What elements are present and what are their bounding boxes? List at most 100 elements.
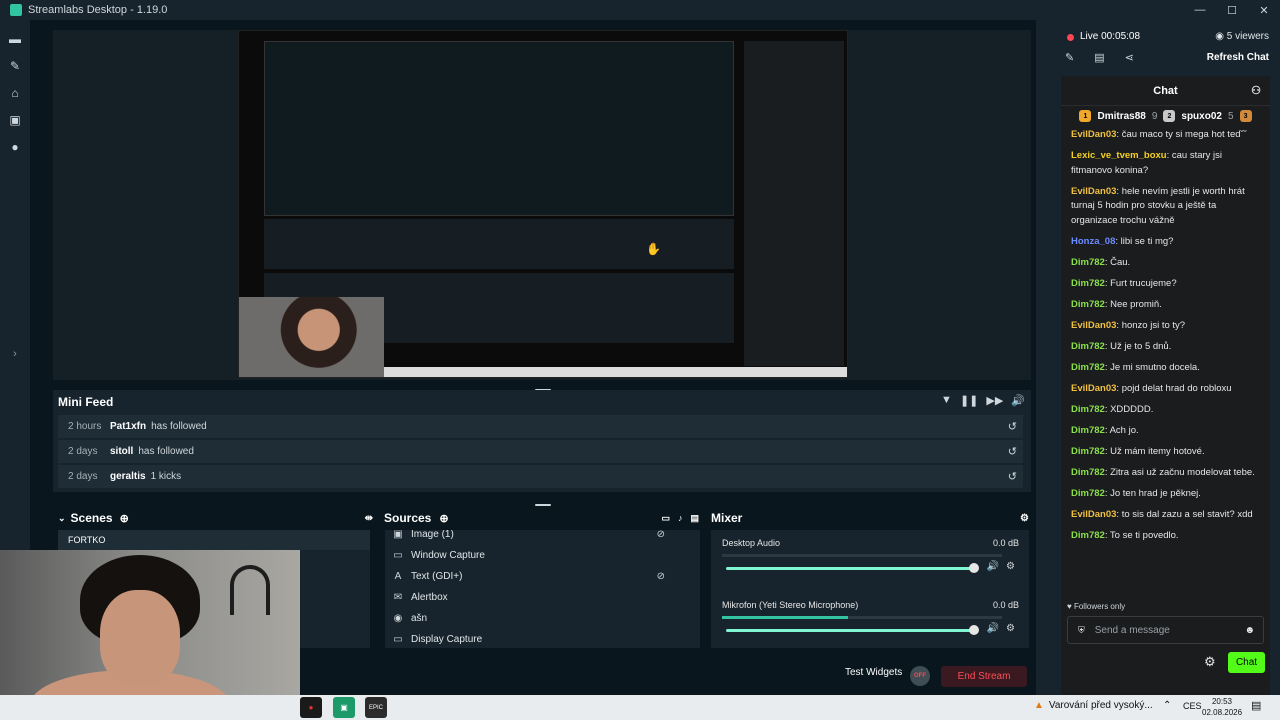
chat-username[interactable]: Dim782	[1071, 341, 1105, 352]
audio-source-icon[interactable]: ♪	[678, 513, 683, 524]
volume-slider[interactable]	[726, 563, 979, 573]
chat-username[interactable]: Lexic_ve_tvem_boxu	[1071, 150, 1167, 161]
feed-user[interactable]: Pat1xfn	[110, 421, 146, 432]
source-item[interactable]: ✉ Alertbox	[385, 587, 700, 608]
live-timer: Live 00:05:08	[1080, 31, 1141, 42]
epic-games-icon[interactable]: EPIC	[365, 697, 387, 718]
stream-preview[interactable]: ✋ ›	[53, 30, 1047, 380]
info-icon[interactable]: ▤	[1094, 51, 1104, 64]
slider-knob[interactable]	[969, 563, 979, 573]
themes-icon[interactable]: ✎	[0, 52, 30, 79]
feed-user[interactable]: sitoll	[110, 446, 133, 457]
source-item[interactable]: ◉ ašn	[385, 608, 700, 629]
slider-knob[interactable]	[969, 625, 979, 635]
chat-username[interactable]: Dim782	[1071, 446, 1105, 457]
chat-username[interactable]: EvilDan03	[1071, 129, 1116, 140]
shield-icon[interactable]: ⛨	[1078, 625, 1085, 636]
maximize-button[interactable]: ☐	[1216, 0, 1248, 20]
user-list-icon[interactable]: ⚇	[1251, 84, 1261, 97]
chat-username[interactable]: Dim782	[1071, 488, 1105, 499]
record-icon[interactable]: ●	[0, 133, 30, 160]
end-stream-button[interactable]: End Stream	[941, 666, 1027, 687]
chat-username[interactable]: EvilDan03	[1071, 509, 1116, 520]
replay-icon[interactable]: ↺	[1008, 470, 1017, 483]
clock[interactable]: 20:53 02.08.2026	[1202, 696, 1242, 718]
notification-icon[interactable]: ▤	[1251, 699, 1261, 712]
taskbar-app-1[interactable]: ●	[300, 697, 322, 718]
add-source-icon[interactable]: ⊕	[439, 512, 448, 525]
volume-slider[interactable]	[726, 625, 979, 635]
chat-username[interactable]: Dim782	[1071, 425, 1105, 436]
expand-nav-icon[interactable]: ›	[0, 348, 30, 360]
off-badge[interactable]: OFF	[910, 666, 930, 686]
weather-warning[interactable]: ▲ Varování před vysoký...	[1034, 700, 1153, 711]
chat-send-button[interactable]: Chat	[1228, 652, 1265, 673]
chat-username[interactable]: EvilDan03	[1071, 320, 1116, 331]
eye-icon: ◉	[1215, 31, 1227, 42]
media-icon[interactable]: ▣	[0, 106, 30, 133]
filter-icon[interactable]: ▼	[941, 394, 952, 407]
chat-text: Nee promiň.	[1110, 298, 1162, 310]
chat-username[interactable]: Dim782	[1071, 299, 1105, 310]
chat-input[interactable]: ⛨ Send a message ☻	[1067, 616, 1264, 644]
meter-fill	[722, 616, 848, 619]
language-indicator[interactable]: CES	[1183, 701, 1202, 711]
volume-icon[interactable]: 🔊	[1011, 394, 1025, 407]
skip-icon[interactable]: ▶▶	[986, 394, 1003, 407]
sources-header: Sources ⊕ ▭ ♪ ▤	[384, 508, 699, 528]
eye-slash-icon[interactable]: ⊘	[657, 571, 665, 582]
store-icon[interactable]: ⌂	[0, 79, 30, 106]
test-widgets-button[interactable]: Test Widgets	[845, 667, 902, 678]
clock-date: 02.08.2026	[1202, 708, 1243, 717]
feed-user[interactable]: geraltis	[110, 471, 146, 482]
chat-username[interactable]: Honza_08	[1071, 236, 1115, 247]
speaker-icon[interactable]: 🔊	[987, 623, 999, 634]
emoji-icon[interactable]: ☻	[1244, 625, 1255, 636]
scene-transitions-icon[interactable]: ⇹	[365, 513, 373, 524]
taskbar-app-2[interactable]: ▣	[333, 697, 355, 718]
close-button[interactable]: ✕	[1248, 0, 1280, 20]
replay-icon[interactable]: ↺	[1008, 445, 1017, 458]
mixer-channel: Mikrofon (Yeti Stereo Microphone) 0.0 dB…	[711, 592, 1029, 654]
source-item[interactable]: A Text (GDI+) ⊘	[385, 566, 700, 587]
source-item[interactable]: ▣ Image (1) ⊘	[385, 530, 700, 545]
chat-message: Dim782: Čau.	[1071, 256, 1260, 271]
folder-icon[interactable]: ▤	[690, 513, 699, 524]
leader-count: 9	[1151, 110, 1158, 122]
channel-settings-icon[interactable]: ⚙	[1006, 561, 1015, 572]
chat-username[interactable]: Dim782	[1071, 404, 1105, 415]
add-scene-icon[interactable]: ⊕	[120, 512, 129, 525]
share-icon[interactable]: ⋖	[1125, 51, 1134, 64]
tray-chevron-icon[interactable]: ⌃	[1163, 700, 1171, 711]
rank-badge-icon: 1	[1079, 110, 1092, 122]
source-item[interactable]: ▭ Display Capture	[385, 629, 700, 648]
leader-name[interactable]: Dmitras88	[1097, 111, 1145, 122]
eye-slash-icon[interactable]: ⊘	[657, 530, 665, 540]
drag-handle[interactable]	[535, 504, 551, 506]
edit-icon[interactable]: ✎	[1065, 51, 1074, 64]
chat-username[interactable]: Dim782	[1071, 257, 1105, 268]
chat-username[interactable]: Dim782	[1071, 467, 1105, 478]
chat-username[interactable]: EvilDan03	[1071, 186, 1116, 197]
mini-feed-title: Mini Feed	[58, 395, 114, 409]
source-item[interactable]: ▭ Window Capture	[385, 545, 700, 566]
preview-source-icon[interactable]: ▭	[661, 513, 670, 524]
chat-text: to sis dal zazu a sel stavit? xdd	[1121, 508, 1253, 520]
replay-icon[interactable]: ↺	[1008, 420, 1017, 433]
mixer-settings-icon[interactable]: ⚙	[1020, 513, 1029, 524]
editor-icon[interactable]: ▬	[0, 25, 30, 52]
leader-name[interactable]: spuxo02	[1181, 111, 1222, 122]
pause-icon[interactable]: ❚❚	[960, 394, 978, 407]
chat-message: Lexic_ve_tvem_boxu: cau stary jsi fitman…	[1071, 149, 1260, 178]
chat-username[interactable]: Dim782	[1071, 278, 1105, 289]
chat-username[interactable]: Dim782	[1071, 362, 1105, 373]
speaker-icon[interactable]: 🔊	[987, 561, 999, 572]
channel-settings-icon[interactable]: ⚙	[1006, 623, 1015, 634]
chat-settings-icon[interactable]: ⚙	[1204, 654, 1216, 670]
chat-username[interactable]: Dim782	[1071, 530, 1105, 541]
collapse-icon[interactable]: ⌄	[58, 513, 66, 524]
chat-username[interactable]: EvilDan03	[1071, 383, 1116, 394]
minimize-button[interactable]: —	[1184, 0, 1216, 20]
scene-item[interactable]: FORTKO	[58, 530, 370, 550]
refresh-chat-button[interactable]: Refresh Chat	[1207, 52, 1269, 63]
